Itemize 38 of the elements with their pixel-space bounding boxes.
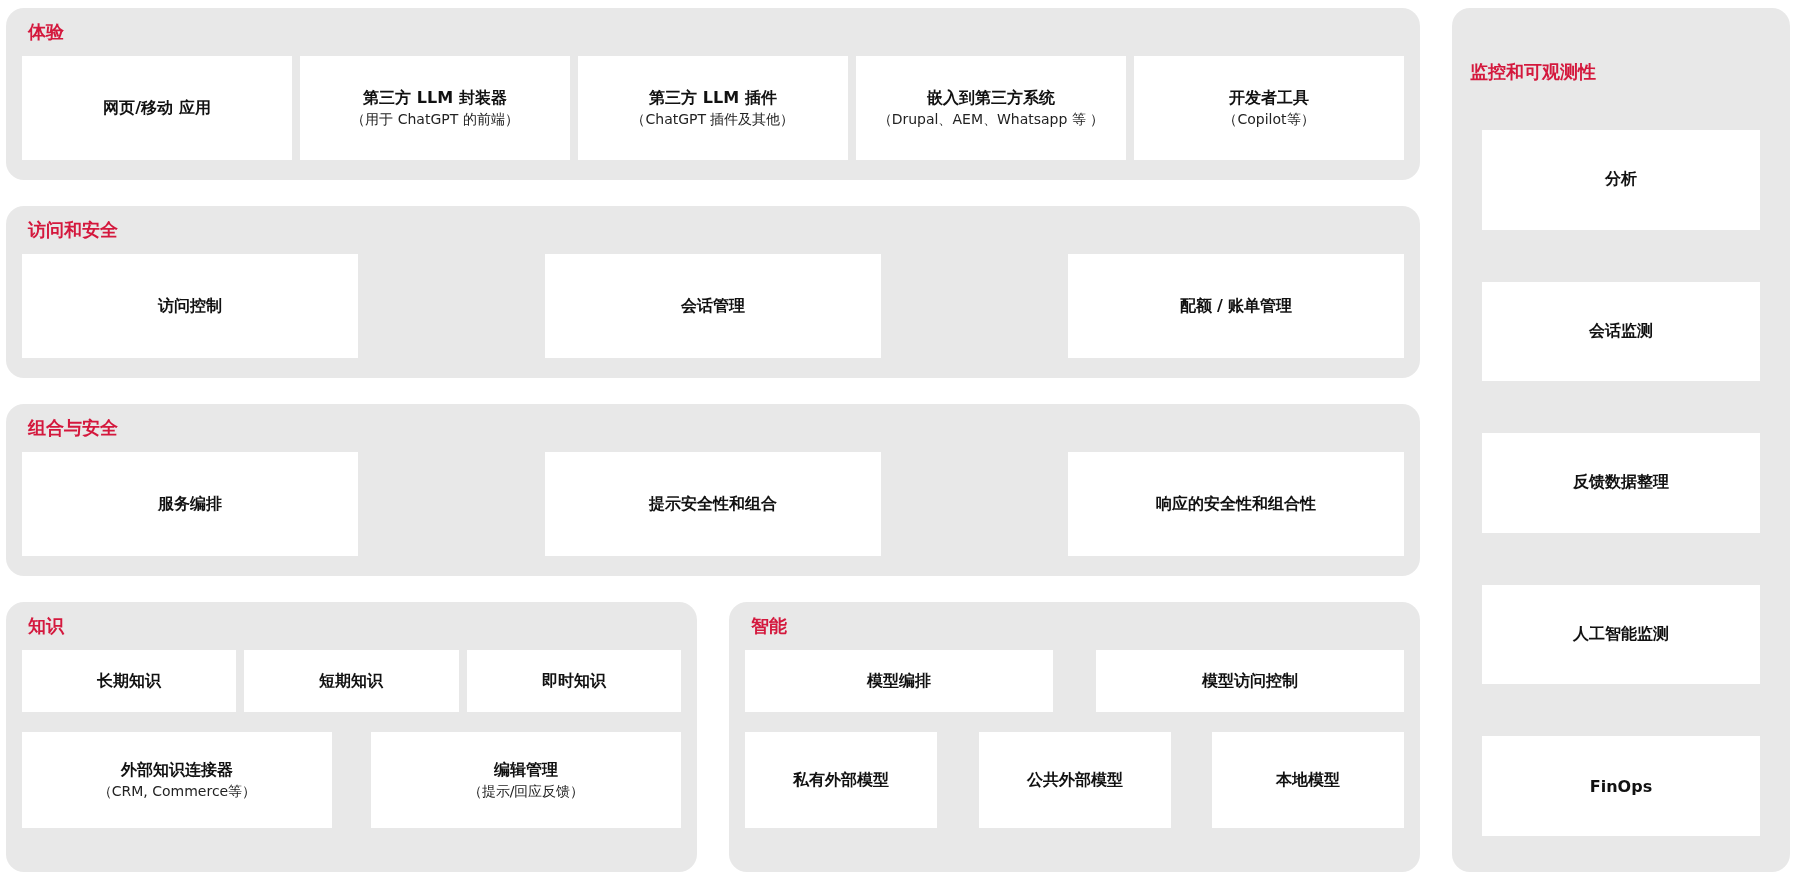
card-title: 开发者工具	[1229, 87, 1309, 109]
card-title: 服务编排	[158, 493, 222, 515]
section-title: 体验	[28, 20, 65, 44]
card-subtitle: （用于 ChatGPT 的前端）	[351, 110, 519, 129]
card-title: 分析	[1605, 169, 1637, 191]
card-title: 公共外部模型	[1026, 769, 1123, 791]
card-title: 本地模型	[1276, 769, 1340, 791]
section-title: 组合与安全	[28, 416, 119, 440]
card-title: 会话管理	[681, 295, 745, 317]
card-title: 第三方 LLM 封装器	[363, 87, 507, 109]
card-title: 配额 / 账单管理	[1179, 295, 1293, 317]
card-title: FinOps	[1589, 776, 1653, 796]
card-title: 长期知识	[97, 670, 162, 692]
card-title: 访问控制	[158, 295, 222, 317]
section-title: 智能	[751, 614, 788, 638]
card-title: 会话监测	[1589, 320, 1653, 342]
card-subtitle: （ChatGPT 插件及其他）	[631, 110, 795, 129]
card-title: 提示安全性和组合	[649, 493, 777, 515]
section-title: 知识	[28, 614, 65, 638]
card-title: 编辑管理	[494, 759, 558, 781]
card-title: 即时知识	[541, 670, 606, 692]
card-title: 短期知识	[319, 670, 384, 692]
card-title: 模型访问控制	[1202, 670, 1298, 692]
card-title: 反馈数据整理	[1573, 472, 1669, 494]
card-subtitle: （CRM, Commerce等）	[97, 782, 257, 801]
card-title: 人工智能监测	[1573, 624, 1669, 646]
card-title: 私有外部模型	[793, 769, 889, 791]
card-title: 网页/移动 应用	[103, 97, 211, 119]
card-title: 响应的安全性和组合性	[1156, 493, 1316, 515]
card-title: 模型编排	[867, 670, 931, 692]
section-title: 访问和安全	[28, 218, 119, 242]
section-title: 监控和可观测性	[1470, 60, 1597, 84]
card-title: 嵌入到第三方系统	[927, 87, 1055, 109]
card-subtitle: （提示/回应反馈）	[467, 782, 585, 801]
card-subtitle: （Drupal、AEM、Whatsapp 等 ）	[877, 110, 1105, 129]
card-title: 外部知识连接器	[121, 759, 233, 781]
card-title: 第三方 LLM 插件	[649, 87, 777, 109]
card-subtitle: （Copilot等）	[1223, 110, 1315, 129]
